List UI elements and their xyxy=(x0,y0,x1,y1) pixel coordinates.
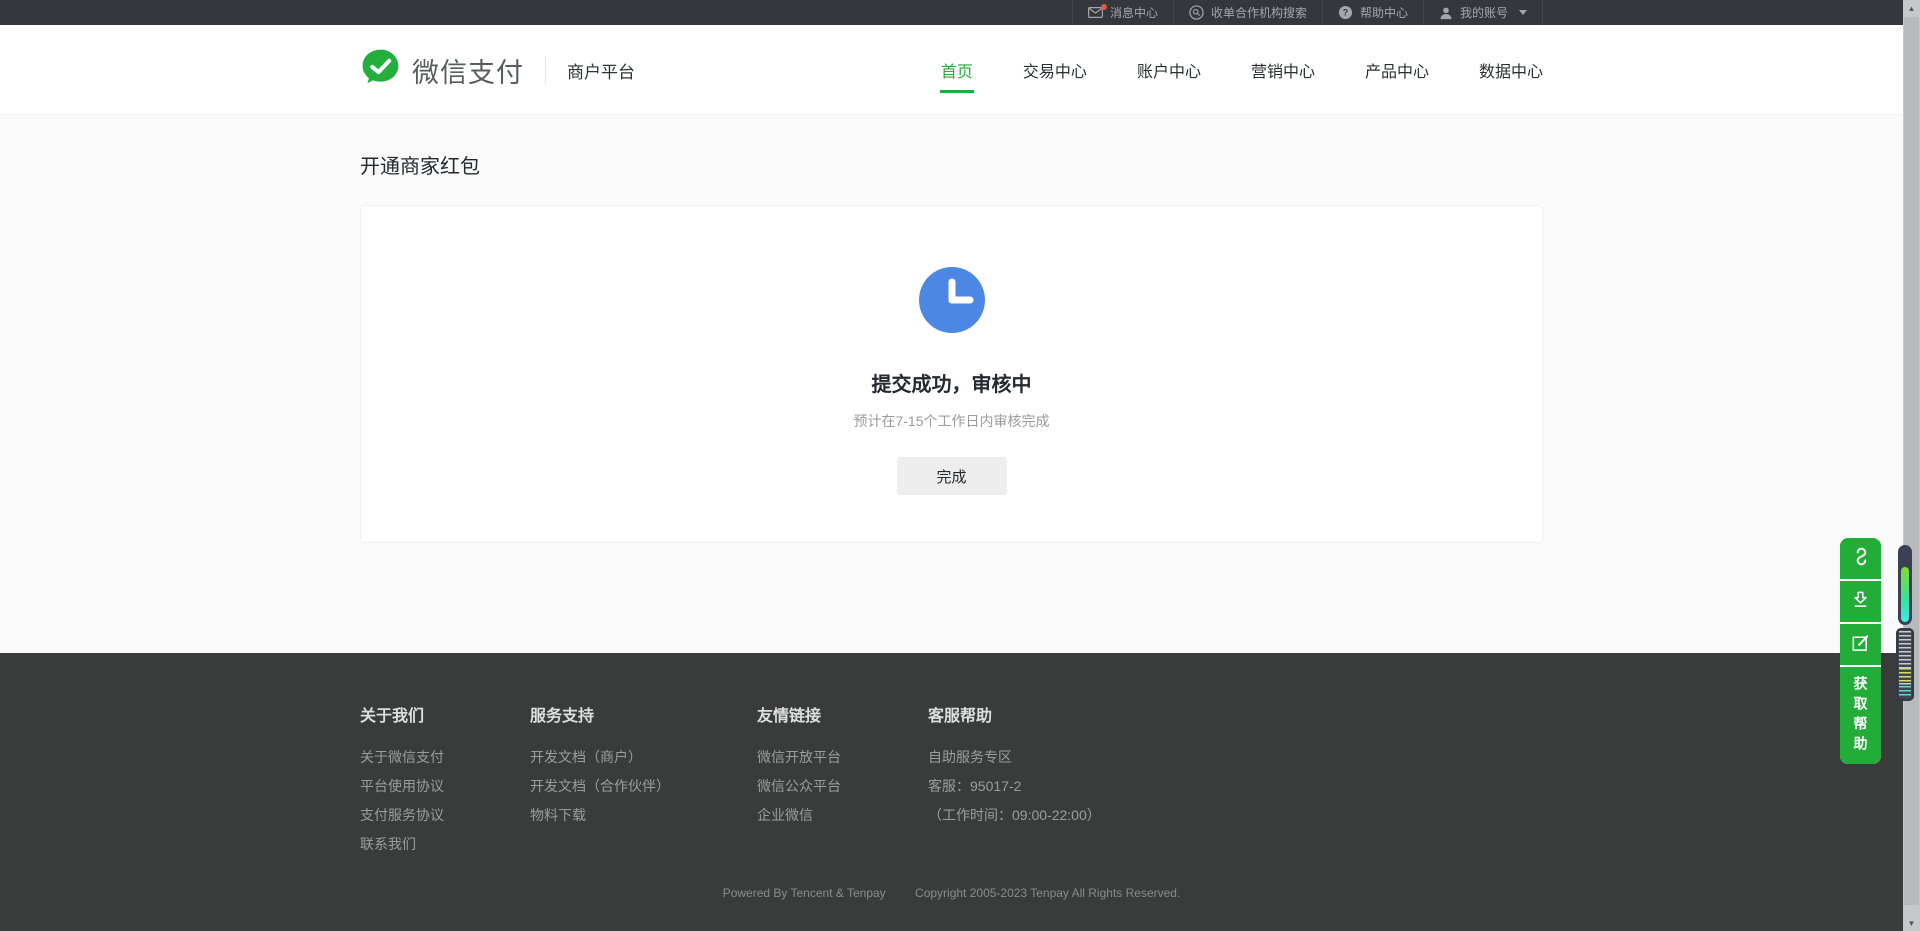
notification-badge xyxy=(1101,4,1107,10)
footer-link-contact-us[interactable]: 联系我们 xyxy=(360,830,530,859)
miniprogram-link-button[interactable] xyxy=(1840,538,1881,579)
miniprogram-link-icon xyxy=(1850,546,1871,572)
copyright-rights: Copyright 2005-2023 Tenpay All Rights Re… xyxy=(915,886,1180,900)
main-nav: 首页 交易中心 账户中心 营销中心 产品中心 数据中心 xyxy=(941,25,1543,115)
wechat-pay-logo-icon xyxy=(360,47,401,93)
copyright-powered-by: Powered By Tencent & Tenpay xyxy=(723,886,886,900)
footer-link-wecom[interactable]: 企业微信 xyxy=(757,801,928,830)
footer-link-wechat-official-platform[interactable]: 微信公众平台 xyxy=(757,772,928,801)
topbar-item-messages[interactable]: 消息中心 xyxy=(1072,0,1173,25)
footer-link-dev-docs-partner[interactable]: 开发文档（合作伙伴） xyxy=(530,772,757,801)
scrollbar-minimap-widget[interactable] xyxy=(1896,628,1914,701)
feedback-button[interactable] xyxy=(1840,624,1881,665)
footer-service-hours: （工作时间：09:00-22:00） xyxy=(928,801,1101,830)
scrollbar-thumb[interactable] xyxy=(1904,17,1919,905)
footer-service-phone: 客服：95017-2 xyxy=(928,772,1101,801)
header: 微信支付 商户平台 首页 交易中心 账户中心 营销中心 产品中心 数据中心 xyxy=(0,25,1903,115)
scrollbar-down-arrow[interactable]: ▼ xyxy=(1903,915,1920,931)
footer-col-title: 客服帮助 xyxy=(928,702,1101,726)
help-circle-icon: ? xyxy=(1338,5,1353,20)
footer-col-title: 关于我们 xyxy=(360,702,530,726)
header-divider xyxy=(545,57,546,83)
topbar-item-label: 我的账号 xyxy=(1460,4,1508,21)
mail-icon xyxy=(1088,7,1103,18)
done-button[interactable]: 完成 xyxy=(897,457,1007,495)
logo-text: 微信支付 xyxy=(412,51,524,90)
minimap-cyan-band xyxy=(1899,686,1911,698)
footer-col-links: 友情链接 微信开放平台 微信公众平台 企业微信 xyxy=(757,702,928,859)
footer-link-dev-docs-merchant[interactable]: 开发文档（商户） xyxy=(530,743,757,772)
wechat-pay-logo[interactable]: 微信支付 xyxy=(360,47,524,93)
clock-icon xyxy=(919,267,985,333)
nav-item-data-center[interactable]: 数据中心 xyxy=(1479,25,1543,115)
scrollbar-gradient-widget[interactable] xyxy=(1898,545,1912,625)
topbar-item-label: 帮助中心 xyxy=(1360,4,1408,21)
status-title: 提交成功，审核中 xyxy=(872,368,1032,397)
user-icon xyxy=(1439,6,1453,20)
footer-link-self-service[interactable]: 自助服务专区 xyxy=(928,743,1101,772)
footer-link-payment-agreement[interactable]: 支付服务协议 xyxy=(360,801,530,830)
footer-link-materials-download[interactable]: 物料下载 xyxy=(530,801,757,830)
topbar-item-label: 收单合作机构搜索 xyxy=(1211,4,1307,21)
topbar-item-label: 消息中心 xyxy=(1110,4,1158,21)
status-card: 提交成功，审核中 预计在7-15个工作日内审核完成 完成 xyxy=(360,205,1543,543)
scrollbar-up-arrow[interactable]: ▲ xyxy=(1903,0,1920,16)
minimap-yellow-band xyxy=(1899,668,1911,682)
nav-item-home[interactable]: 首页 xyxy=(941,25,973,115)
chevron-down-icon xyxy=(1519,10,1527,15)
topbar-item-my-account[interactable]: 我的账号 xyxy=(1423,0,1543,25)
nav-item-transaction-center[interactable]: 交易中心 xyxy=(1023,25,1087,115)
search-circle-icon xyxy=(1189,5,1204,20)
main-content: 开通商家红包 提交成功，审核中 预计在7-15个工作日内审核完成 完成 xyxy=(0,115,1903,653)
gradient-bar xyxy=(1901,567,1909,622)
page-title: 开通商家红包 xyxy=(360,150,1543,179)
edit-feedback-icon xyxy=(1850,632,1871,658)
status-description: 预计在7-15个工作日内审核完成 xyxy=(853,411,1049,431)
page: 消息中心 收单合作机构搜索 ? 帮助中心 xyxy=(0,0,1903,931)
topbar: 消息中心 收单合作机构搜索 ? 帮助中心 xyxy=(0,0,1903,25)
footer-link-about-wechat-pay[interactable]: 关于微信支付 xyxy=(360,743,530,772)
header-inner: 微信支付 商户平台 首页 交易中心 账户中心 营销中心 产品中心 数据中心 xyxy=(360,25,1543,115)
footer-col-about: 关于我们 关于微信支付 平台使用协议 支付服务协议 联系我们 xyxy=(360,702,530,859)
merchant-platform-label: 商户平台 xyxy=(567,58,635,83)
floating-help-panel: 获取帮助 xyxy=(1840,538,1881,764)
nav-item-account-center[interactable]: 账户中心 xyxy=(1137,25,1201,115)
nav-item-product-center[interactable]: 产品中心 xyxy=(1365,25,1429,115)
svg-text:?: ? xyxy=(1343,8,1348,18)
get-help-button[interactable]: 获取帮助 xyxy=(1840,667,1881,764)
footer-col-title: 服务支持 xyxy=(530,702,757,726)
footer-link-platform-agreement[interactable]: 平台使用协议 xyxy=(360,772,530,801)
get-help-label: 获取帮助 xyxy=(1851,676,1871,756)
topbar-item-acquiring-partner-search[interactable]: 收单合作机构搜索 xyxy=(1173,0,1322,25)
footer-col-service: 客服帮助 自助服务专区 客服：95017-2 （工作时间：09:00-22:00… xyxy=(928,702,1101,859)
copyright: Powered By Tencent & Tenpay Copyright 20… xyxy=(360,886,1543,900)
vertical-scrollbar[interactable]: ▲ ▼ xyxy=(1903,0,1920,931)
footer-link-wechat-open-platform[interactable]: 微信开放平台 xyxy=(757,743,928,772)
nav-item-marketing-center[interactable]: 营销中心 xyxy=(1251,25,1315,115)
footer-columns: 关于我们 关于微信支付 平台使用协议 支付服务协议 联系我们 服务支持 开发文档… xyxy=(360,653,1543,859)
download-button[interactable] xyxy=(1840,581,1881,622)
footer-col-support: 服务支持 开发文档（商户） 开发文档（合作伙伴） 物料下载 xyxy=(530,702,757,859)
footer-col-title: 友情链接 xyxy=(757,702,928,726)
footer: 关于我们 关于微信支付 平台使用协议 支付服务协议 联系我们 服务支持 开发文档… xyxy=(0,653,1903,931)
topbar-item-help-center[interactable]: ? 帮助中心 xyxy=(1322,0,1423,25)
topbar-inner: 消息中心 收单合作机构搜索 ? 帮助中心 xyxy=(360,0,1543,25)
screen: 消息中心 收单合作机构搜索 ? 帮助中心 xyxy=(0,0,1920,931)
download-icon xyxy=(1850,589,1871,615)
